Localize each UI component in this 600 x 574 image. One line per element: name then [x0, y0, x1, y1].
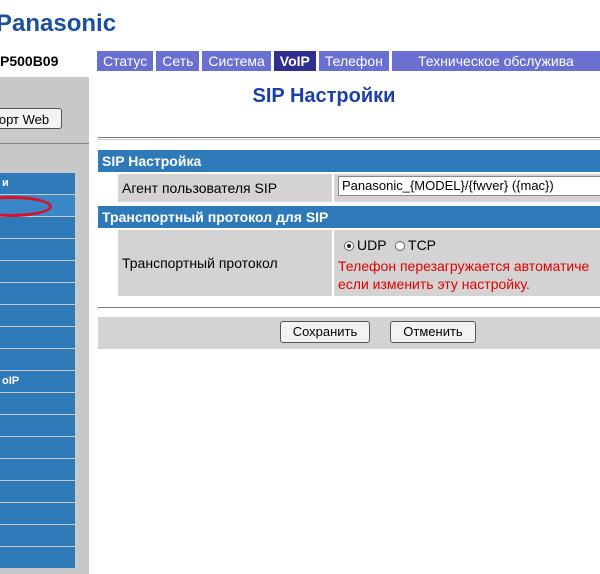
divider: [98, 139, 600, 140]
sidebar-item[interactable]: [0, 393, 75, 414]
sidebar-item-sip-settings[interactable]: [0, 195, 75, 216]
sidebar-item[interactable]: [0, 327, 75, 348]
model-name: P500B09: [0, 53, 59, 69]
page-title: SIP Настройки: [252, 85, 396, 107]
user-agent-cell: Panasonic_{MODEL}/{fwver} ({mac}): [334, 174, 600, 202]
divider: [98, 307, 600, 308]
sidebar-item[interactable]: и: [0, 173, 75, 194]
tab-maintenance[interactable]: Техническое обслужива: [391, 51, 600, 71]
transport-protocol-label: Транспортный протокол: [118, 230, 332, 296]
udp-radio[interactable]: [344, 241, 354, 251]
tab-network[interactable]: Сеть: [156, 51, 200, 71]
sidebar-item[interactable]: [0, 547, 75, 568]
warning-line: Телефон перезагружается автоматиче: [338, 258, 590, 274]
sidebar-item[interactable]: [0, 481, 75, 502]
web-export-button[interactable]: орт Web: [0, 108, 62, 129]
reboot-warning: Телефон перезагружается автоматиче если …: [338, 257, 589, 293]
panasonic-logo: Panasonic: [0, 10, 117, 37]
tab-status[interactable]: Статус: [97, 51, 154, 71]
tab-system[interactable]: Система: [202, 51, 271, 71]
save-button[interactable]: Сохранить: [280, 321, 370, 343]
main-tabs: Статус Сеть Система VoIP Телефон Техниче…: [97, 51, 600, 71]
button-bar: Сохранить Отменить: [98, 317, 600, 349]
sidebar-item[interactable]: [0, 349, 75, 370]
sidebar: орт Web и oIP: [0, 77, 89, 574]
tcp-label: TCP: [408, 237, 437, 253]
transport-section-header: Транспортный протокол для SIP: [98, 206, 600, 228]
tab-telephone[interactable]: Телефон: [318, 51, 389, 71]
divider: [98, 137, 600, 138]
protocol-radio-group: UDP TCP: [344, 237, 440, 255]
transport-protocol-cell: UDP TCP Телефон перезагружается автомати…: [334, 230, 600, 296]
udp-label: UDP: [357, 237, 387, 253]
user-agent-label: Агент пользователя SIP: [118, 174, 332, 202]
sidebar-item[interactable]: [0, 217, 75, 238]
tcp-radio[interactable]: [395, 241, 406, 251]
sidebar-item[interactable]: [0, 415, 75, 436]
sidebar-menu: и oIP: [0, 173, 75, 569]
sidebar-item[interactable]: [0, 261, 75, 282]
cancel-button[interactable]: Отменить: [390, 321, 476, 343]
sidebar-item[interactable]: [0, 459, 75, 480]
user-agent-input[interactable]: Panasonic_{MODEL}/{fwver} ({mac}): [338, 176, 600, 196]
sidebar-item[interactable]: [0, 283, 75, 304]
sidebar-item[interactable]: [0, 525, 75, 546]
sidebar-divider: [0, 143, 89, 144]
tab-voip[interactable]: VoIP: [273, 51, 316, 71]
sidebar-item[interactable]: [0, 239, 75, 260]
sidebar-item[interactable]: [0, 305, 75, 326]
sidebar-item[interactable]: [0, 503, 75, 524]
sidebar-item[interactable]: [0, 437, 75, 458]
warning-line: если изменить эту настройку.: [338, 276, 530, 292]
sidebar-item-voip[interactable]: oIP: [0, 371, 75, 392]
sip-section-header: SIP Настройка: [98, 150, 600, 172]
main-content: SIP Настройки SIP Настройка Агент пользо…: [98, 77, 600, 574]
